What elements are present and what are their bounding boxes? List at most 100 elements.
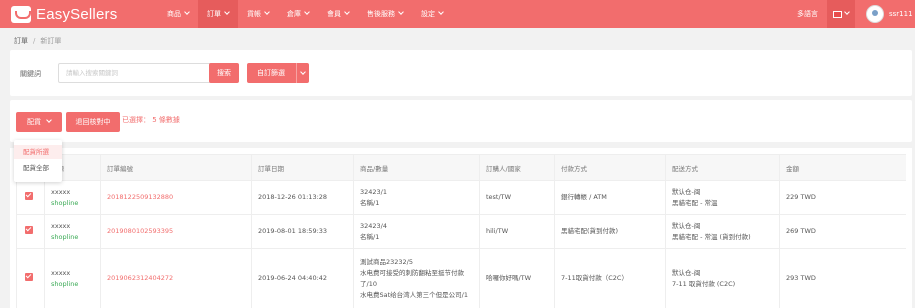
products-cell: 32423/4 名稱/1 <box>353 214 480 249</box>
breadcrumb-current: 新訂單 <box>40 37 62 45</box>
col-order-no[interactable]: 訂單編號 <box>100 154 252 181</box>
nav-label: 售後服務 <box>367 10 395 18</box>
checkbox-checked-icon[interactable] <box>25 272 33 281</box>
buyer-cell: hili/TW <box>479 214 555 249</box>
search-button[interactable]: 搜索 <box>209 63 239 83</box>
nav-label: 會員 <box>327 10 341 18</box>
product-line: 名稱/1 <box>360 198 380 207</box>
source-label: xxxxx <box>51 268 71 277</box>
col-shipping: 配送方式 <box>665 154 780 181</box>
shipping-line: 默认仓-闽 <box>672 268 701 277</box>
shipping-cell: 默认仓-闽 黑貓宅配 - 常溫 (貨到付款) <box>665 214 780 249</box>
table-row[interactable]: xxxxx shopline 2018122509132880 2018-12-2… <box>16 180 906 215</box>
product-line: 測試商品23232/5 <box>360 257 414 266</box>
buyer-cell: test/TW <box>479 180 555 215</box>
chevron-down-icon <box>264 9 270 15</box>
selected-count-text: 已選擇： 5 條數據 <box>122 116 180 124</box>
chevron-down-icon <box>398 9 404 15</box>
row-select-cell[interactable] <box>16 214 45 249</box>
shipping-line: 默认仓-闽 <box>672 221 701 230</box>
source-cell: xxxxx shopline <box>44 248 101 308</box>
amount-cell: 293 TWD <box>779 248 906 308</box>
col-payment: 付款方式 <box>554 154 666 181</box>
payment-cell: 黑貓宅配(貨到付款) <box>554 214 666 249</box>
source-store: shopline <box>51 232 79 241</box>
col-buyer: 訂購人/國家 <box>479 154 555 181</box>
chevron-down-icon <box>304 9 310 15</box>
chevron-down-icon <box>224 9 230 15</box>
shipping-cell: 默认仓-闽黑貓宅配 - 常溫 <box>665 180 780 215</box>
shipping-line: 黑貓宅配 - 常溫 <box>672 198 718 207</box>
row-select-cell[interactable] <box>16 248 45 308</box>
search-input[interactable] <box>58 63 213 83</box>
order-no-link[interactable]: 2019080102593395 <box>107 227 173 235</box>
nav-item-orders[interactable]: 訂單 <box>198 0 238 28</box>
checkbox-checked-icon[interactable] <box>25 191 33 200</box>
product-line: 水电费Sat给台湾人第三个但是公司/1 <box>360 290 468 299</box>
shipping-line: 7-11 取貨付款 (C2C) <box>672 279 736 288</box>
products-cell: 32423/1 名稱/1 <box>353 180 480 215</box>
order-no-cell[interactable]: 2019062312404272 <box>100 248 252 308</box>
username[interactable]: ssr111 <box>889 10 913 18</box>
product-line: 32423/4 <box>360 221 388 230</box>
dispatch-label: 配貨 <box>27 118 41 126</box>
dropdown-item-dispatch-all[interactable]: 配貨全部 <box>14 161 62 175</box>
nav-item-products[interactable]: 商品 <box>158 0 198 28</box>
order-date-cell: 2019-06-24 04:40:42 <box>251 248 354 308</box>
nav-item-accounts[interactable]: 貨帳 <box>238 0 278 28</box>
amount-cell: 269 TWD <box>779 214 906 249</box>
table-row[interactable]: xxxxx shopline 2019062312404272 2019-06-2… <box>16 248 906 308</box>
search-panel: 關鍵詞 搜索 自訂篩選 <box>10 50 912 96</box>
payment-cell: 7-11取貨付款（C2C） <box>554 248 666 308</box>
custom-filter-button[interactable]: 自訂篩選 <box>247 63 309 83</box>
table-row[interactable]: xxxxx shopline 2019080102593395 2019-08-0… <box>16 214 906 249</box>
payment-cell: 銀行轉帳 / ATM <box>554 180 666 215</box>
shipping-cell: 默认仓-闽 7-11 取貨付款 (C2C) <box>665 248 780 308</box>
buyer-cell: 哈囉你好嗎/TW <box>479 248 555 308</box>
chevron-down-icon <box>844 9 850 15</box>
nav-item-members[interactable]: 會員 <box>318 0 358 28</box>
keyword-label: 關鍵詞 <box>20 70 41 78</box>
avatar[interactable] <box>866 5 884 23</box>
user-area: 多語言 ssr111 <box>797 0 913 28</box>
shop-switcher[interactable] <box>827 0 855 28</box>
language-switch[interactable]: 多語言 <box>797 9 818 19</box>
nav-item-warehouse[interactable]: 倉庫 <box>278 0 318 28</box>
source-store: shopline <box>51 198 79 207</box>
dispatch-dropdown-menu: 配貨所選 配貨全部 <box>14 140 62 182</box>
dropdown-item-dispatch-selected[interactable]: 配貨所選 <box>14 145 62 159</box>
order-no-cell[interactable]: 2019080102593395 <box>100 214 252 249</box>
filter-dropdown-toggle[interactable] <box>296 63 309 83</box>
nav-item-after-sales[interactable]: 售後服務 <box>358 0 412 28</box>
order-no-cell[interactable]: 2018122509132880 <box>100 180 252 215</box>
action-bar: 配貨 退回核對中 已選擇： 5 條數據 <box>10 100 912 142</box>
back-to-check-button[interactable]: 退回核對中 <box>66 112 120 132</box>
table-header-row: 來源 訂單編號 訂單日期 商品/數量 訂購人/國家 付款方式 配送方式 金額 <box>16 154 906 181</box>
product-line: 水电费可接受的刺防翻粘至挺节付款了/10 <box>360 268 464 288</box>
checkbox-checked-icon[interactable] <box>25 225 33 234</box>
nav-label: 訂單 <box>207 10 221 18</box>
custom-filter-label: 自訂篩選 <box>257 69 285 77</box>
nav-item-settings[interactable]: 設定 <box>412 0 452 28</box>
chevron-down-icon <box>46 117 52 123</box>
amount-cell: 229 TWD <box>779 180 906 215</box>
flag-icon <box>833 10 842 18</box>
chevron-down-icon <box>184 9 190 15</box>
order-date-cell: 2019-08-01 18:59:33 <box>251 214 354 249</box>
chevron-down-icon <box>344 9 350 15</box>
nav-label: 倉庫 <box>287 10 301 18</box>
row-select-cell[interactable] <box>16 180 45 215</box>
col-order-date[interactable]: 訂單日期 <box>251 154 354 181</box>
source-cell: xxxxx shopline <box>44 180 101 215</box>
products-cell: 測試商品23232/5 水电费可接受的刺防翻粘至挺节付款了/10 水电费Sat给台湾… <box>353 248 480 308</box>
brand-logo[interactable]: EasySellers <box>11 4 117 24</box>
dispatch-button[interactable]: 配貨 <box>16 112 62 132</box>
nav-label: 商品 <box>167 10 181 18</box>
breadcrumb-separator: / <box>33 37 36 45</box>
order-no-link[interactable]: 2018122509132880 <box>107 193 173 201</box>
col-amount[interactable]: 金額 <box>779 154 906 181</box>
top-navbar: EasySellers 商品 訂單 貨帳 倉庫 會員 售後服務 設定 多語言 s… <box>0 0 915 28</box>
breadcrumb-parent[interactable]: 訂單 <box>14 37 28 45</box>
order-no-link[interactable]: 2019062312404272 <box>107 274 173 282</box>
shipping-line: 默认仓-闽 <box>672 187 701 196</box>
